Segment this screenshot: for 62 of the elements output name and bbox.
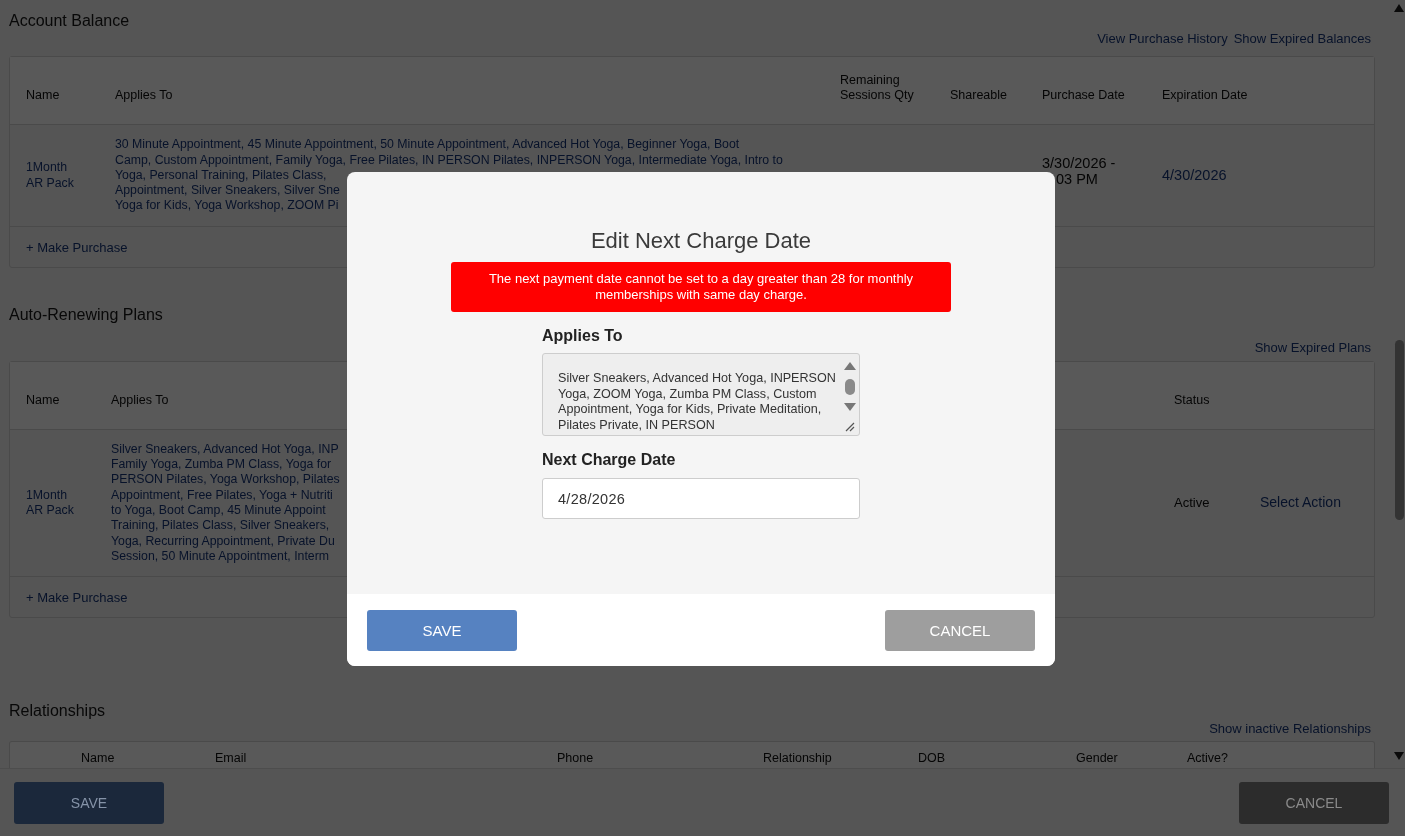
applies-to-text: Appointment, Silver Sneakers, Silver Sne [115,183,340,199]
applies-to-text: Yoga, Recurring Appointment, Private Du [111,533,335,549]
column-header: Gender [1076,751,1118,765]
applies-to-text: to Yoga, Boot Camp, 45 Minute Appoint [111,503,326,519]
expiration-date-text: 4/30/2026 [1162,166,1227,183]
applies-to-text: Yoga for Kids, Yoga Workshop, ZOOM Pi [115,198,339,214]
scroll-thumb[interactable] [1394,340,1404,520]
column-header: Applies To [111,393,169,407]
date-field[interactable]: 4/28/2026 [542,478,860,519]
column-header: Name [26,393,60,407]
column-header: Remaining Sessions Qty [840,73,914,102]
make-purchase-link[interactable]: + Make Purchase [26,239,128,255]
purchase-date-text: 03 PM [1056,171,1098,187]
column-header: Shareable [950,88,1007,102]
section-link[interactable]: View Purchase History [1097,31,1228,47]
dialog-title: Edit Next Charge Date [590,227,812,255]
applies-to-text: Camp, Custom Appointment, Family Yoga, Free Pilates, IN PERSON Pilates, INPERSON Yoga, Intermediate Yoga, Intro to [115,152,783,168]
section-link[interactable]: Show inactive Relationships [1209,721,1371,737]
applies-to-text: PERSON Pilates, Yoga Workshop, Pilates [111,472,340,488]
scroll-up-icon[interactable] [844,362,856,370]
save-button[interactable]: SAVE [367,609,517,651]
column-header: Name [81,751,115,765]
column-header: Email [215,751,247,765]
field-label: Next Charge Date [542,451,676,469]
column-header: Phone [557,751,594,765]
error-banner: The next payment date cannot be set to a day greater than 28 for monthly memberships with same day charge. [451,262,951,312]
scroll-thumb[interactable] [845,379,855,395]
applies-to-text: Silver Sneakers, Advanced Hot Yoga, INP [111,441,339,458]
column-header: Relationship [763,751,832,765]
status-text: Active [1174,494,1210,510]
resize-grip-icon[interactable] [845,422,855,432]
purchase-date-text: 3/30/2026 - [1042,155,1116,171]
section-link[interactable]: Show Expired Balances [1233,31,1371,47]
field-label: Applies To [542,327,623,345]
column-header: Name [26,88,60,102]
make-purchase-link[interactable]: + Make Purchase [26,589,128,605]
scroll-up-icon[interactable] [1394,4,1404,12]
applies-to-text: Session, 50 Minute Appointment, Interm [111,548,330,565]
section-title: Auto-Renewing Plans [9,305,163,325]
plan-name-link[interactable]: 1Month AR Pack [26,160,81,191]
cancel-button[interactable]: CANCEL [885,609,1035,651]
column-header: Active? [1187,751,1228,765]
applies-to-text: Family Yoga, Zumba PM Class, Yoga for [111,457,332,473]
section-title: Account Balance [9,11,130,31]
text-area-field[interactable]: Silver Sneakers, Advanced Hot Yoga, INPERSON Yoga, ZOOM Yoga, Zumba PM Class, Custom Appointment, Yoga for Kids, Private Meditation, Pilates Private, IN PERSON [542,353,860,436]
applies-to-text: 30 Minute Appointment, 45 Minute Appointment, 50 Minute Appointment, Advanced Hot Yoga, Beginner Yoga, Boot [115,137,740,153]
column-header: Purchase Date [1042,88,1125,102]
section-link[interactable]: Show Expired Plans [1254,340,1371,356]
column-header: Status [1174,393,1210,407]
column-header: Expiration Date [1162,88,1248,102]
applies-to-text: Appointment, Free Pilates, Yoga + Nutriti [111,487,333,503]
scroll-down-icon[interactable] [844,403,856,411]
column-header: DOB [918,751,946,765]
scroll-down-icon[interactable] [1394,752,1404,760]
plan-name-link[interactable]: 1Month AR Pack [26,487,81,519]
cancel-button[interactable]: CANCEL [1239,781,1389,824]
applies-to-text: Yoga, Personal Training, Pilates Class, [115,167,327,184]
column-header: Applies To [115,88,173,102]
select-action-link[interactable]: Select Action [1260,493,1341,510]
save-button[interactable]: SAVE [14,781,164,824]
applies-to-text: Training, Pilates Class, Silver Sneakers, [111,518,330,534]
section-title: Relationships [9,701,106,721]
